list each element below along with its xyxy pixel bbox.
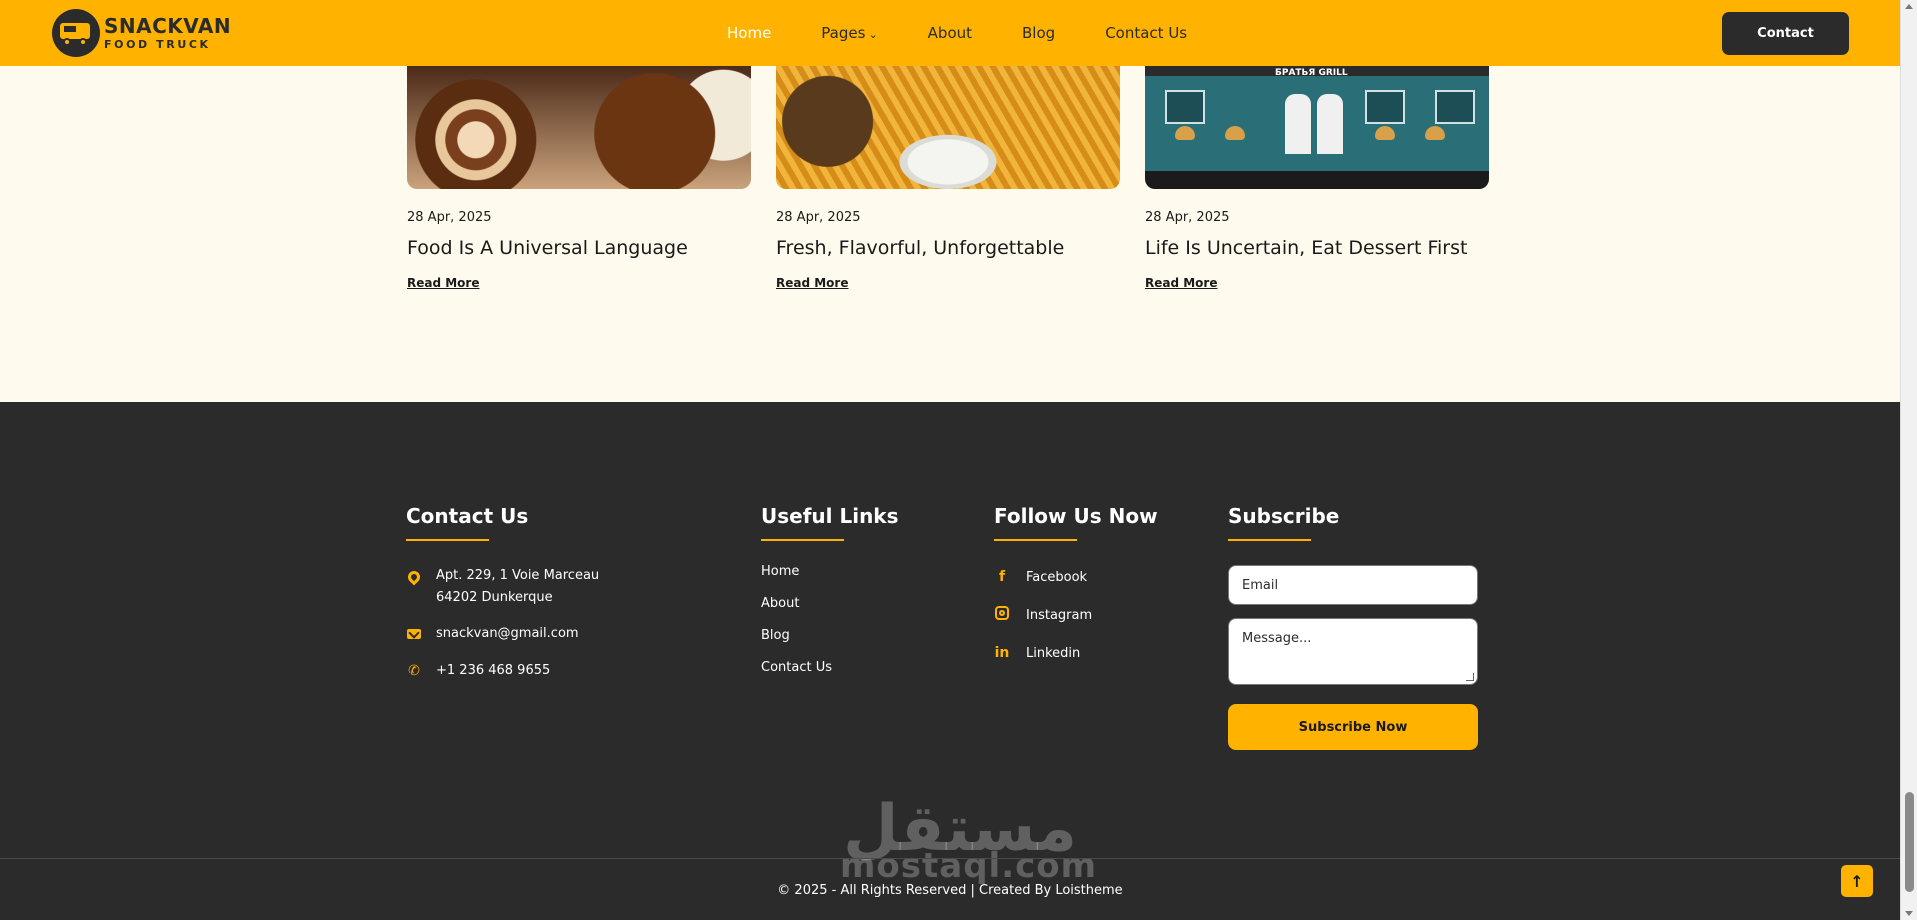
heading-underline (994, 539, 1077, 541)
blog-title[interactable]: Life Is Uncertain, Eat Dessert First (1145, 237, 1489, 259)
social-label: Linkedin (1026, 645, 1081, 661)
resize-handle-icon[interactable] (1466, 673, 1474, 681)
footer-links-column: Useful Links Home About Blog Contact Us (761, 504, 899, 691)
footer-subscribe-column: Subscribe Email Message... Subscribe Now (1228, 504, 1478, 750)
address-item: Apt. 229, 1 Voie Marceau 64202 Dunkerque (405, 565, 600, 609)
site-footer: Contact Us Apt. 229, 1 Voie Marceau 6420… (0, 402, 1900, 920)
brand-subtitle: FOOD TRUCK (104, 38, 211, 51)
contact-button[interactable]: Contact (1722, 12, 1849, 55)
brand-logo[interactable]: SNACKVAN FOOD TRUCK (52, 9, 231, 57)
phone-text[interactable]: +1 236 468 9655 (436, 660, 550, 682)
nav-blog[interactable]: Blog (1022, 24, 1055, 42)
social-linkedin[interactable]: in Linkedin (994, 643, 1158, 663)
blog-date: 28 Apr, 2025 (1145, 210, 1230, 225)
site-header: SNACKVAN FOOD TRUCK Home Pages ⌄ About Bl… (0, 0, 1900, 66)
email-item[interactable]: snackvan@gmail.com (406, 623, 599, 646)
footer-link-blog[interactable]: Blog (761, 627, 899, 645)
social-instagram[interactable]: Instagram (994, 605, 1158, 625)
scrollbar-thumb[interactable] (1905, 792, 1914, 892)
blog-card: БРАТЬЯ GRILL 28 Apr, 2025 Life Is Uncert… (1145, 66, 1489, 291)
nav-about[interactable]: About (928, 24, 972, 42)
main-nav: Home Pages ⌄ About Blog Contact Us (727, 0, 1237, 66)
nav-home[interactable]: Home (727, 24, 771, 42)
nav-pages-label: Pages (821, 24, 866, 42)
blog-image-fries[interactable] (776, 66, 1120, 189)
email-text[interactable]: snackvan@gmail.com (436, 623, 579, 645)
scroll-up-arrow-icon[interactable] (1905, 4, 1913, 9)
truck-sign: БРАТЬЯ GRILL (1275, 68, 1348, 78)
envelope-icon (406, 623, 422, 646)
phone-icon: ✆ (408, 663, 420, 679)
footer-link-home[interactable]: Home (761, 563, 899, 581)
footer-subscribe-heading: Subscribe (1228, 504, 1340, 528)
blog-image-dessert[interactable] (407, 66, 751, 189)
address-line-2: 64202 Dunkerque (436, 590, 553, 605)
copyright-text: © 2025 - All Rights Reserved | Created B… (777, 883, 1123, 898)
food-truck-logo-icon (52, 9, 100, 57)
phone-item[interactable]: ✆ +1 236 468 9655 (406, 660, 599, 682)
watermark-arabic: مستقل (842, 792, 1078, 866)
arrow-up-icon: ↑ (1850, 871, 1864, 891)
message-placeholder: Message... (1242, 631, 1312, 646)
facebook-icon: f (998, 569, 1006, 585)
footer-link-contact-us[interactable]: Contact Us (761, 659, 899, 677)
heading-underline (761, 539, 844, 541)
instagram-icon (994, 606, 1010, 624)
footer-follow-heading: Follow Us Now (994, 504, 1158, 528)
footer-divider (0, 858, 1900, 859)
read-more-link[interactable]: Read More (407, 276, 480, 290)
social-label: Facebook (1026, 569, 1088, 585)
subscribe-form: Email Message... Subscribe Now (1228, 565, 1478, 750)
blog-card: 28 Apr, 2025 Food Is A Universal Languag… (407, 66, 751, 291)
footer-follow-column: Follow Us Now f Facebook Instagram in Li… (994, 504, 1158, 681)
footer-contact-column: Contact Us Apt. 229, 1 Voie Marceau 6420… (405, 504, 600, 696)
message-field[interactable]: Message... (1228, 618, 1478, 685)
brand-name: SNACKVAN (104, 14, 232, 38)
watermark-latin: mostaql.com (840, 846, 1098, 886)
footer-links-heading: Useful Links (761, 504, 899, 528)
scroll-down-arrow-icon[interactable] (1905, 911, 1913, 916)
social-facebook[interactable]: f Facebook (994, 567, 1158, 587)
heading-underline (1228, 539, 1311, 541)
mostaql-watermark: مستقل mostaql.com (840, 792, 1098, 886)
social-label: Instagram (1026, 607, 1093, 623)
email-field[interactable]: Email (1228, 565, 1478, 605)
page-scrollbar[interactable] (1900, 0, 1917, 920)
linkedin-icon: in (994, 645, 1010, 661)
location-pin-icon (405, 565, 423, 590)
nav-contact-us[interactable]: Contact Us (1105, 24, 1187, 42)
read-more-link[interactable]: Read More (776, 276, 849, 290)
scroll-to-top-button[interactable]: ↑ (1841, 865, 1873, 897)
blog-card: 28 Apr, 2025 Fresh, Flavorful, Unforgett… (776, 66, 1120, 291)
subscribe-button[interactable]: Subscribe Now (1228, 704, 1478, 750)
blog-date: 28 Apr, 2025 (776, 210, 861, 225)
blog-title[interactable]: Fresh, Flavorful, Unforgettable (776, 237, 1120, 259)
blog-image-food-truck[interactable]: БРАТЬЯ GRILL (1145, 66, 1489, 189)
footer-link-about[interactable]: About (761, 595, 899, 613)
footer-contact-heading: Contact Us (406, 504, 529, 528)
address-line-1: Apt. 229, 1 Voie Marceau (436, 568, 600, 583)
blog-date: 28 Apr, 2025 (407, 210, 492, 225)
heading-underline (406, 539, 489, 541)
read-more-link[interactable]: Read More (1145, 276, 1218, 290)
nav-pages[interactable]: Pages ⌄ (821, 24, 877, 42)
blog-title[interactable]: Food Is A Universal Language (407, 237, 751, 259)
chevron-down-icon: ⌄ (868, 28, 878, 41)
